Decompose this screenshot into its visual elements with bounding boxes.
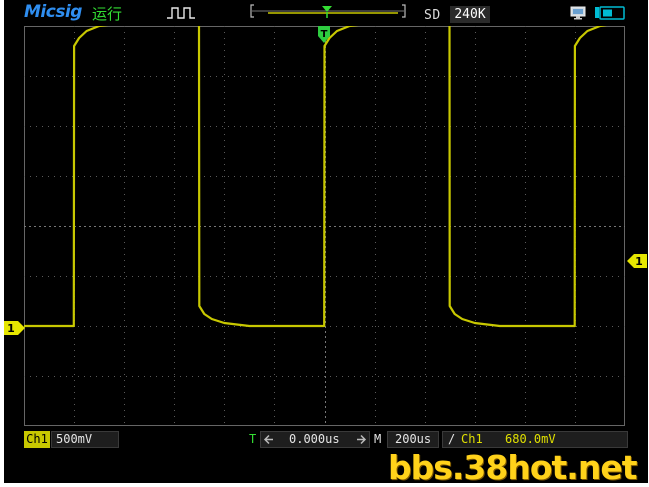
volts-per-div-value[interactable]: 500mV xyxy=(51,431,119,448)
rising-edge-icon: / xyxy=(448,432,456,446)
monitor-icon[interactable] xyxy=(570,6,586,20)
sample-mode-label: SD xyxy=(424,8,441,23)
brand-logo: Micsig xyxy=(24,2,82,22)
timebase-label: M xyxy=(374,432,382,446)
trigger-level-marker-icon[interactable]: 1 xyxy=(627,253,647,269)
run-stop-status[interactable]: 运行 xyxy=(92,3,122,24)
arrow-right-icon[interactable] xyxy=(355,432,367,447)
oscilloscope-screen: Micsig 运行 SD 240K T 1 1 Ch1 500mV T 0.00… xyxy=(4,0,648,483)
trigger-level-marker-label: 1 xyxy=(635,255,643,268)
trigger-source-value: Ch1 xyxy=(461,432,483,446)
battery-icon xyxy=(595,6,625,20)
ch1-offset-marker-label: 1 xyxy=(7,322,15,335)
trigger-delay-value: 0.000us xyxy=(289,432,340,446)
arrow-left-icon[interactable] xyxy=(263,432,275,447)
watermark-text: bbs.38hot.net xyxy=(388,448,637,487)
waveform-grid[interactable] xyxy=(24,26,625,426)
status-bar: Micsig 运行 SD 240K xyxy=(4,0,648,26)
trigger-position-marker-icon[interactable]: T xyxy=(317,25,331,45)
memory-position-bar[interactable] xyxy=(248,2,408,22)
trigger-delay-label: T xyxy=(249,432,257,446)
trigger-position-marker-label: T xyxy=(321,29,328,40)
ch1-offset-marker-icon[interactable]: 1 xyxy=(4,320,26,336)
trigger-delay-field[interactable]: 0.000us xyxy=(260,431,370,448)
time-per-div-value[interactable]: 200us xyxy=(387,431,439,448)
memory-depth-value[interactable]: 240K xyxy=(450,6,490,23)
trigger-voltage-value: 680.0mV xyxy=(505,432,556,446)
ch1-label[interactable]: Ch1 xyxy=(24,431,50,448)
trigger-settings-field[interactable]: / Ch1 680.0mV xyxy=(442,431,628,448)
square-wave-icon[interactable] xyxy=(166,6,196,20)
